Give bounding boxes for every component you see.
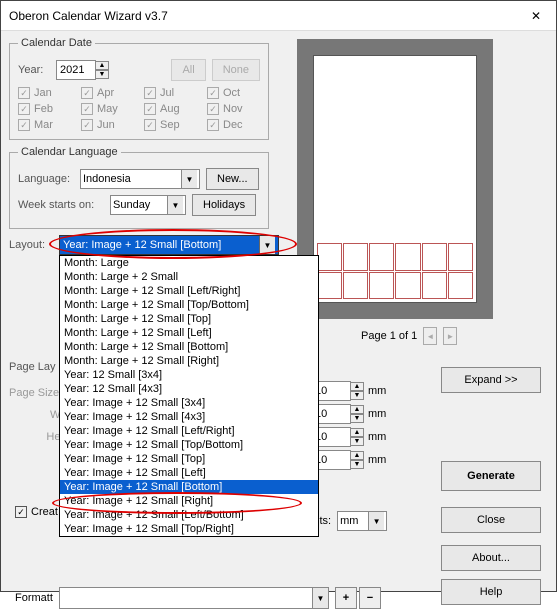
app-window: Oberon Calendar Wizard v3.7 ✕ Calendar D… [0,0,557,592]
next-page-button[interactable]: ► [443,327,457,345]
spin-up-icon[interactable]: ▲ [95,61,109,70]
month-jan[interactable]: ✓Jan [18,87,71,99]
help-button[interactable]: Help [441,579,541,605]
formatting-row: Formatt ▼ + − [15,587,381,609]
layout-option[interactable]: Year: 12 Small [4x3] [60,382,318,396]
week-start-select[interactable]: Sunday ▼ [110,195,186,215]
layout-option[interactable]: Year: Image + 12 Small [3x4] [60,396,318,410]
year-input[interactable] [56,60,96,80]
months-grid: ✓Jan ✓Apr ✓Jul ✓Oct ✓Feb ✓May ✓Aug ✓Nov … [18,87,260,131]
layout-option[interactable]: Month: Large + 12 Small [Right] [60,354,318,368]
all-months-button[interactable]: All [171,59,205,81]
layout-option[interactable]: Month: Large [60,256,318,270]
chevron-down-icon: ▼ [167,196,183,214]
month-sep[interactable]: ✓Sep [144,119,197,131]
month-oct[interactable]: ✓Oct [207,87,260,99]
layout-option[interactable]: Month: Large + 12 Small [Bottom] [60,340,318,354]
layout-option[interactable]: Year: Image + 12 Small [Top/Right] [60,522,318,536]
create-checkbox[interactable]: ✓ Creat [15,506,58,518]
close-icon: ✕ [531,9,541,23]
layout-option[interactable]: Month: Large + 12 Small [Left] [60,326,318,340]
month-aug[interactable]: ✓Aug [144,103,197,115]
layout-dropdown[interactable]: Month: LargeMonth: Large + 2 SmallMonth:… [59,255,319,537]
layout-row: Layout: Year: Image + 12 Small [Bottom] … [9,235,548,255]
about-button[interactable]: About... [441,545,541,571]
pager: Page 1 of 1 ◄ ► [361,327,457,345]
expand-button[interactable]: Expand >> [441,367,541,393]
layout-option[interactable]: Year: Image + 12 Small [Left] [60,466,318,480]
chevron-down-icon: ▼ [368,512,384,530]
window-title: Oberon Calendar Wizard v3.7 [9,9,168,23]
layout-option[interactable]: Year: 12 Small [3x4] [60,368,318,382]
units-select[interactable]: mm ▼ [337,511,387,531]
month-jun[interactable]: ✓Jun [81,119,134,131]
close-button[interactable]: Close [441,507,541,533]
chevron-down-icon: ▼ [259,236,275,254]
titlebar[interactable]: Oberon Calendar Wizard v3.7 ✕ [1,1,556,31]
layout-option[interactable]: Year: Image + 12 Small [Left/Bottom] [60,508,318,522]
month-mar[interactable]: ✓Mar [18,119,71,131]
spin-down-icon[interactable]: ▼ [95,70,109,79]
expand-wrap: Expand >> [441,367,541,393]
layout-option[interactable]: Year: Image + 12 Small [Right] [60,494,318,508]
prev-page-button[interactable]: ◄ [423,327,437,345]
year-spinner[interactable]: ▲▼ [56,60,109,80]
layout-option[interactable]: Month: Large + 12 Small [Top] [60,312,318,326]
calendar-date-legend: Calendar Date [18,37,95,49]
formatting-label: Formatt [15,592,53,604]
layout-option[interactable]: Year: Image + 12 Small [Top/Bottom] [60,438,318,452]
window-close-button[interactable]: ✕ [516,1,556,30]
layout-label: Layout: [9,239,53,251]
calendar-date-group: Calendar Date Year: ▲▼ All None ✓Jan ✓Ap… [9,37,269,140]
layout-option[interactable]: Year: Image + 12 Small [Bottom] [60,480,318,494]
month-nov[interactable]: ✓Nov [207,103,260,115]
layout-option[interactable]: Year: Image + 12 Small [4x3] [60,410,318,424]
new-language-button[interactable]: New... [206,168,259,190]
formatting-select[interactable]: ▼ [59,587,329,609]
layout-select[interactable]: Year: Image + 12 Small [Bottom] ▼ Month:… [59,235,279,255]
chevron-down-icon: ▼ [312,588,328,608]
week-starts-label: Week starts on: [18,199,104,211]
layout-option[interactable]: Month: Large + 2 Small [60,270,318,284]
help-wrap: Help [441,579,541,605]
page-indicator: Page 1 of 1 [361,330,417,342]
preview-area [297,39,493,319]
generate-wrap: Generate [441,461,541,491]
month-feb[interactable]: ✓Feb [18,103,71,115]
formatting-remove-button[interactable]: − [359,587,381,609]
about-wrap: About... [441,545,541,571]
month-may[interactable]: ✓May [81,103,134,115]
client-area: Calendar Date Year: ▲▼ All None ✓Jan ✓Ap… [1,31,556,591]
none-months-button[interactable]: None [212,59,260,81]
layout-option[interactable]: Year: Image + 12 Small [Top] [60,452,318,466]
language-select[interactable]: Indonesia ▼ [80,169,200,189]
calendar-language-legend: Calendar Language [18,146,121,158]
chevron-down-icon: ▼ [181,170,197,188]
month-dec[interactable]: ✓Dec [207,119,260,131]
layout-option[interactable]: Month: Large + 12 Small [Top/Bottom] [60,298,318,312]
layout-option[interactable]: Year: Image + 12 Small [Left/Right] [60,424,318,438]
close-wrap: Close [441,507,541,533]
formatting-add-button[interactable]: + [335,587,357,609]
layout-selected-text: Year: Image + 12 Small [Bottom] [63,239,221,251]
layout-option[interactable]: Month: Large + 12 Small [Left/Right] [60,284,318,298]
language-label: Language: [18,173,74,185]
preview-page [313,55,477,303]
year-label: Year: [18,64,50,76]
calendar-language-group: Calendar Language Language: Indonesia ▼ … [9,146,269,229]
month-jul[interactable]: ✓Jul [144,87,197,99]
month-apr[interactable]: ✓Apr [81,87,134,99]
holidays-button[interactable]: Holidays [192,194,256,216]
generate-button[interactable]: Generate [441,461,541,491]
